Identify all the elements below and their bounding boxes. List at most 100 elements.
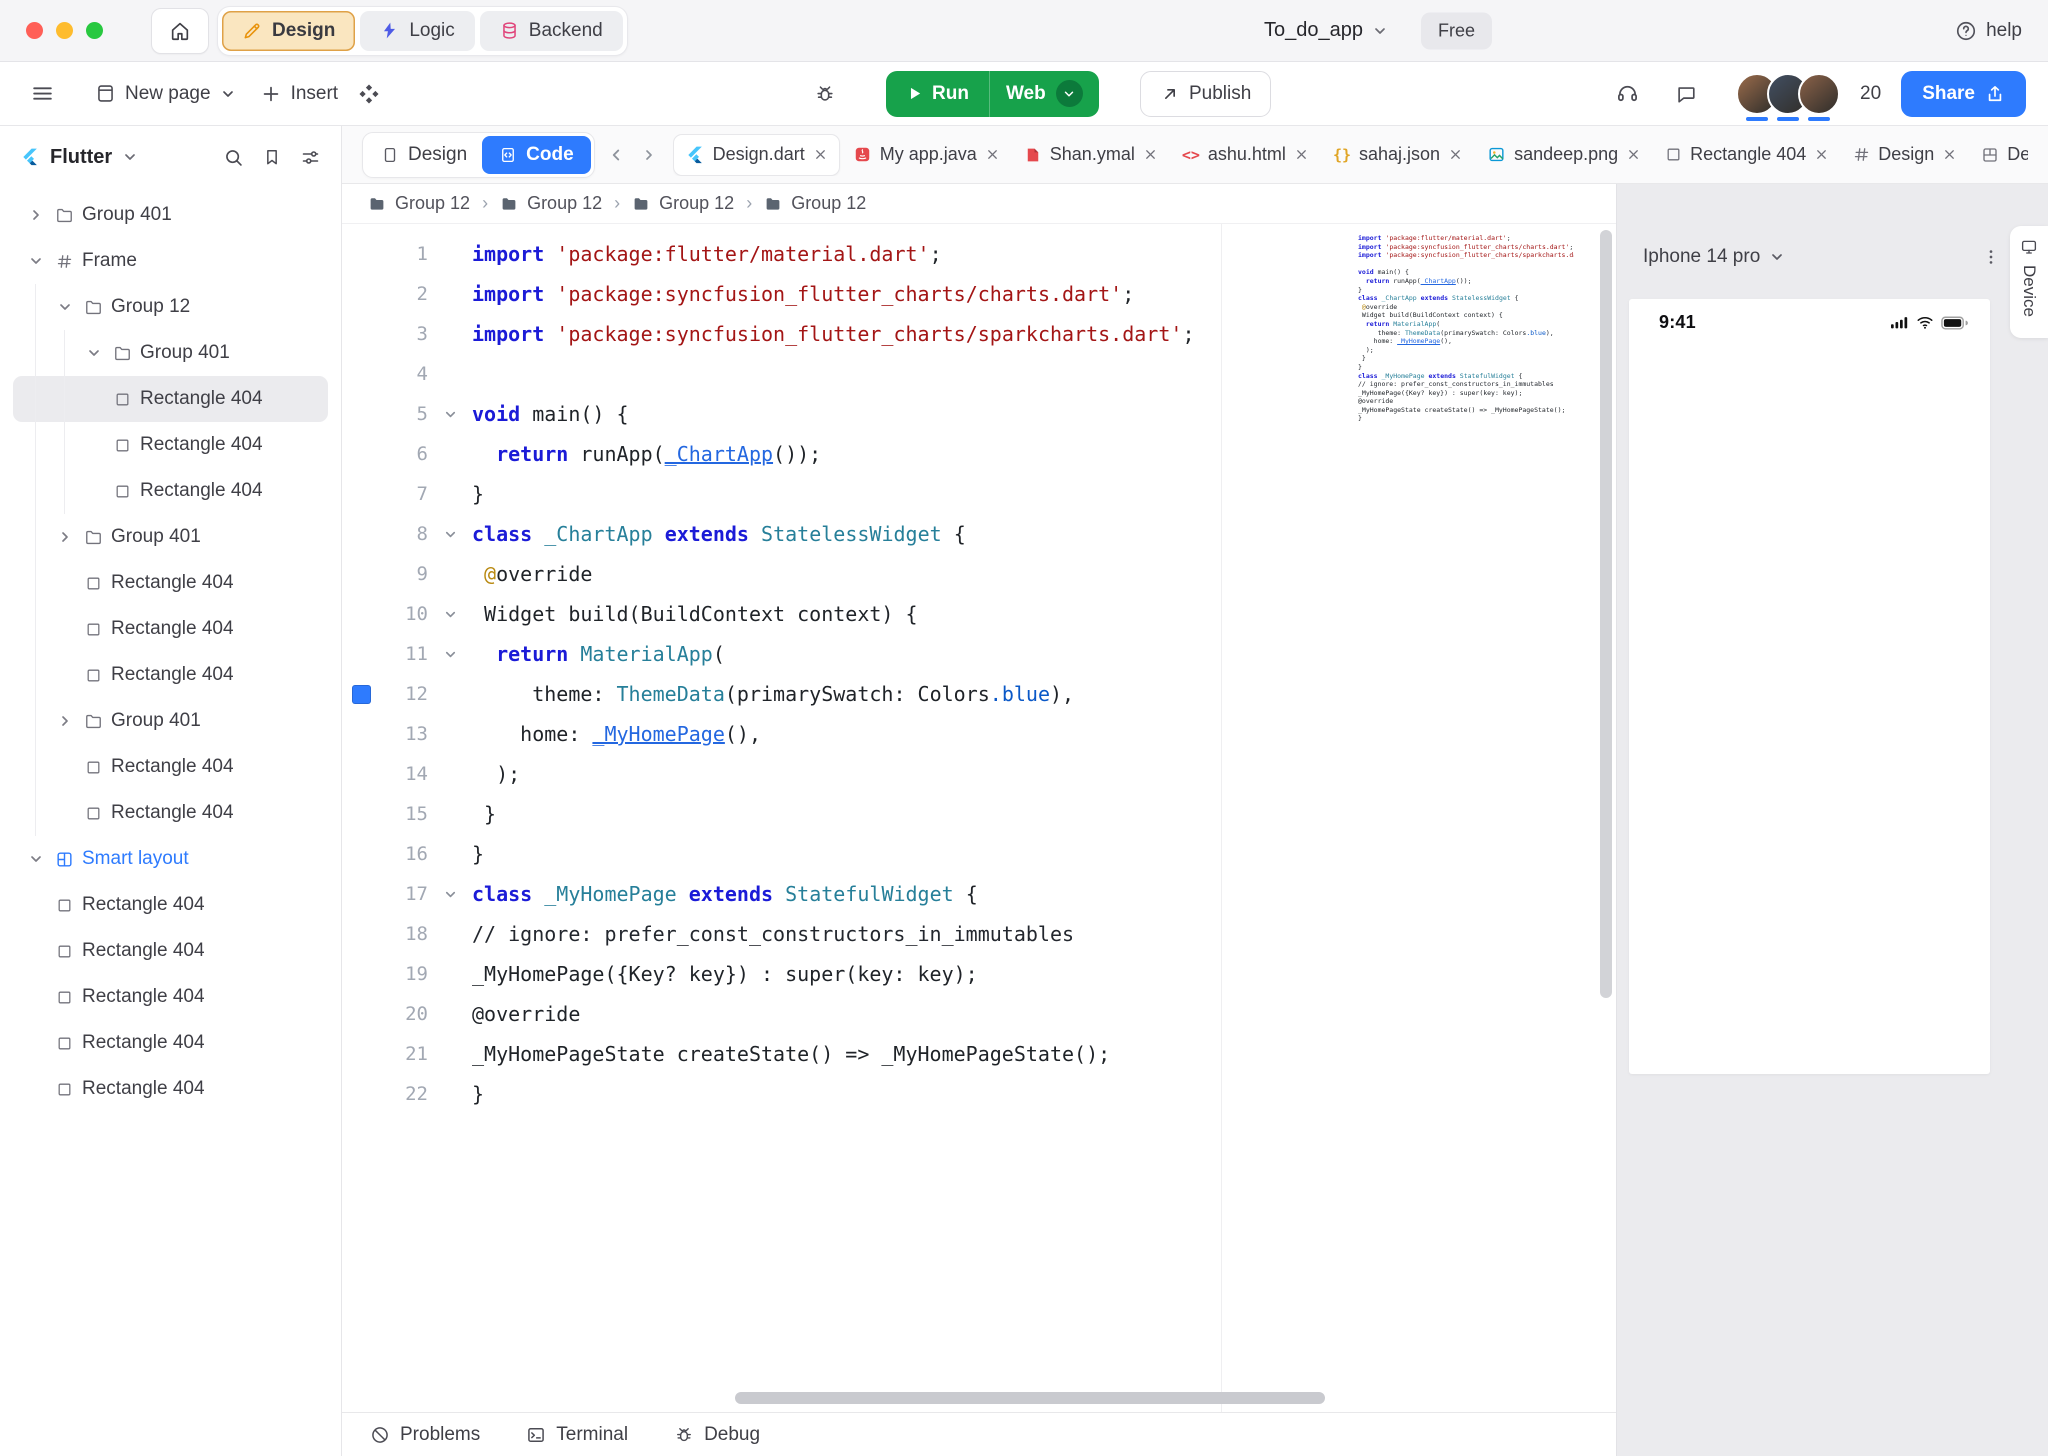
code-editor[interactable]: 1 import 'package:flutter/material.dart';… xyxy=(342,224,1616,1412)
device-name[interactable]: Iphone 14 pro xyxy=(1643,246,1760,268)
mode-tab-logic[interactable]: Logic xyxy=(360,10,475,51)
file-tab[interactable]: {} sahaj.json xyxy=(1322,134,1474,176)
file-tab[interactable]: Rectangle 404 xyxy=(1654,134,1840,176)
debug-run-button[interactable] xyxy=(806,75,844,113)
fold-toggle-icon[interactable] xyxy=(428,527,472,542)
panel-tab-terminal[interactable]: Terminal xyxy=(526,1424,628,1446)
run-button[interactable]: Run xyxy=(886,71,989,117)
tabs-scroll-left-icon[interactable] xyxy=(603,142,629,168)
layer-item[interactable]: Smart layout xyxy=(13,836,328,882)
fold-toggle-icon[interactable] xyxy=(428,607,472,622)
voice-chat-button[interactable] xyxy=(1608,74,1647,113)
layer-item[interactable]: Rectangle 404 xyxy=(13,1066,328,1112)
layer-item[interactable]: Rectangle 404 xyxy=(13,974,328,1020)
file-tab[interactable]: My app.java xyxy=(842,134,1011,176)
fold-toggle-icon[interactable] xyxy=(428,647,472,662)
fold-toggle-icon[interactable] xyxy=(428,407,472,422)
code-view-tab[interactable]: Code xyxy=(482,135,591,174)
close-tab-icon[interactable] xyxy=(1942,147,1957,162)
new-page-button[interactable]: New page xyxy=(83,74,248,114)
file-tab[interactable]: Design.dart xyxy=(672,133,840,176)
close-tab-icon[interactable] xyxy=(1143,147,1158,162)
chevron-down-icon[interactable] xyxy=(1769,249,1785,265)
chevron-right-icon[interactable] xyxy=(50,529,79,545)
more-options-icon[interactable] xyxy=(1981,247,2001,267)
layer-item[interactable]: Rectangle 404 xyxy=(13,652,328,698)
chevron-down-icon[interactable] xyxy=(50,299,79,315)
close-tab-icon[interactable] xyxy=(985,147,1000,162)
panel-tab-debug[interactable]: Debug xyxy=(674,1424,760,1446)
layer-item[interactable]: Group 401 xyxy=(13,698,328,744)
layer-item[interactable]: Group 401 xyxy=(13,514,328,560)
comments-button[interactable] xyxy=(1667,75,1705,113)
fold-toggle-icon[interactable] xyxy=(428,887,472,902)
layer-item[interactable]: Rectangle 404 xyxy=(13,790,328,836)
close-tab-icon[interactable] xyxy=(1294,147,1309,162)
layer-item[interactable]: Rectangle 404 xyxy=(13,1020,328,1066)
share-button[interactable]: Share xyxy=(1901,70,2026,117)
chevron-down-icon[interactable] xyxy=(122,149,138,165)
editor-column: Group 12 › Group 12 › Group 12 › Group 12 1 imp… xyxy=(342,184,1616,1456)
file-tab[interactable]: Design xyxy=(1970,134,2028,176)
close-tab-icon[interactable] xyxy=(813,147,828,162)
indent-guide xyxy=(35,790,36,836)
close-tab-icon[interactable] xyxy=(1448,147,1463,162)
filter-icon[interactable] xyxy=(300,147,321,168)
layers-header: Flutter xyxy=(0,126,341,188)
chevron-right-icon[interactable] xyxy=(50,713,79,729)
run-target-dropdown[interactable]: Web xyxy=(990,71,1099,117)
device-panel-tab[interactable]: Device xyxy=(2010,226,2048,338)
layer-item[interactable]: Frame xyxy=(13,238,328,284)
layer-item[interactable]: Rectangle 404 xyxy=(13,882,328,928)
breadcrumb-item[interactable]: Group 12 xyxy=(368,193,470,214)
panel-tab-problems[interactable]: Problems xyxy=(370,1424,480,1446)
layer-item[interactable]: Rectangle 404 xyxy=(13,560,328,606)
layer-item[interactable]: Rectangle 404 xyxy=(13,928,328,974)
close-window-button[interactable] xyxy=(26,22,43,39)
close-tab-icon[interactable] xyxy=(1814,147,1829,162)
minimize-window-button[interactable] xyxy=(56,22,73,39)
publish-button[interactable]: Publish xyxy=(1140,70,1272,117)
project-switcher[interactable]: To_do_app xyxy=(1264,0,1388,61)
minimap[interactable]: import 'package:flutter/material.dart'; i… xyxy=(1358,234,1574,423)
color-swatch[interactable] xyxy=(351,684,371,704)
help-button[interactable]: help xyxy=(1955,20,2022,42)
insert-button[interactable]: Insert xyxy=(248,74,351,114)
vertical-scrollbar[interactable] xyxy=(1600,230,1612,998)
layer-item[interactable]: Rectangle 404 xyxy=(13,744,328,790)
breadcrumb-item[interactable]: Group 12 xyxy=(632,193,734,214)
main-menu-button[interactable] xyxy=(22,73,63,114)
chevron-down-icon[interactable] xyxy=(21,851,50,867)
layer-item[interactable]: Rectangle 404 xyxy=(13,606,328,652)
zoom-window-button[interactable] xyxy=(86,22,103,39)
file-tab[interactable]: <> ashu.html xyxy=(1171,134,1320,176)
file-tab[interactable]: sandeep.png xyxy=(1476,134,1652,176)
search-icon[interactable] xyxy=(223,147,244,168)
mode-tab-backend[interactable]: Backend xyxy=(479,10,623,51)
file-tab[interactable]: Shan.ymal xyxy=(1013,134,1169,176)
file-tab[interactable]: Design xyxy=(1842,134,1968,176)
components-button[interactable] xyxy=(350,75,388,113)
chevron-right-icon[interactable] xyxy=(21,207,50,223)
breadcrumb-item[interactable]: Group 12 xyxy=(500,193,602,214)
layer-item[interactable]: Rectangle 404 xyxy=(13,422,328,468)
collaborator-avatar[interactable] xyxy=(1798,72,1841,121)
chevron-down-icon[interactable] xyxy=(79,345,108,361)
main-area: Design Code Design.dart My app.java Shan.y… xyxy=(342,126,2048,1456)
design-view-tab[interactable]: Design xyxy=(366,136,482,174)
bookmark-icon[interactable] xyxy=(262,147,282,167)
layer-item[interactable]: Group 12 xyxy=(13,284,328,330)
tabs-scroll-right-icon[interactable] xyxy=(637,143,661,167)
breadcrumb-item[interactable]: Group 12 xyxy=(764,193,866,214)
layer-item[interactable]: Group 401 xyxy=(13,192,328,238)
layer-item[interactable]: Rectangle 404 xyxy=(13,376,328,422)
close-tab-icon[interactable] xyxy=(1626,147,1641,162)
mode-tab-design[interactable]: Design xyxy=(222,10,356,51)
horizontal-scrollbar[interactable] xyxy=(735,1392,1325,1404)
chevron-down-icon[interactable] xyxy=(21,253,50,269)
home-button[interactable] xyxy=(151,7,209,54)
flutter-file-icon xyxy=(685,145,705,165)
layer-item[interactable]: Rectangle 404 xyxy=(13,468,328,514)
layer-item[interactable]: Group 401 xyxy=(13,330,328,376)
line-number: 1 xyxy=(416,243,428,265)
